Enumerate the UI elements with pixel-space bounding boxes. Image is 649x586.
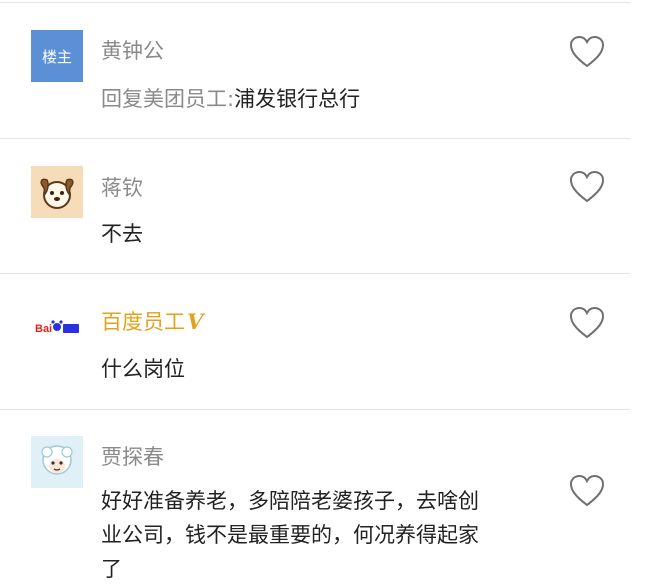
divider-top [0,2,630,3]
comment-text-line-2: 业公司，钱不是最重要的，何况养得起家 [101,523,479,547]
commenter-name[interactable]: 黄钟公 [101,35,164,65]
verified-badge: V [187,309,204,334]
comment-text: 什么岗位 [101,357,185,381]
sheep-avatar-icon[interactable] [31,436,83,488]
comment-text-line-1: 好好准备养老，多陪陪老婆孩子，去啥创 [101,489,479,513]
baidu-logo-icon[interactable]: Bai [31,300,83,352]
commenter-name-text: 百度员工 [101,310,185,334]
heart-icon[interactable] [569,170,605,204]
sheep-face-icon [41,445,73,475]
floor-owner-label: 楼主 [41,47,72,66]
heart-icon[interactable] [569,35,605,69]
dog-face-icon [40,178,74,209]
commenter-name[interactable]: 百度员工V [101,306,203,336]
comment-body: 浦发银行总行 [234,87,361,111]
comment-text: 不去 [101,222,143,246]
commenter-name[interactable]: 贾探春 [101,441,164,471]
floor-owner-avatar[interactable]: 楼主 [31,30,83,82]
baidu-logo-mark: Bai [35,320,79,335]
heart-icon[interactable] [569,306,605,340]
dog-avatar-icon[interactable] [31,166,83,218]
divider [0,409,630,410]
divider [0,138,630,139]
comment-text: 回复美团员工:浦发银行总行 [101,82,360,116]
comment-text-line-3: 了 [101,557,122,581]
svg-text:Bai: Bai [35,323,52,335]
reply-prefix: 回复美团员工: [101,87,235,111]
divider [0,273,630,274]
commenter-name[interactable]: 蒋钦 [101,172,143,202]
heart-icon[interactable] [569,474,605,508]
